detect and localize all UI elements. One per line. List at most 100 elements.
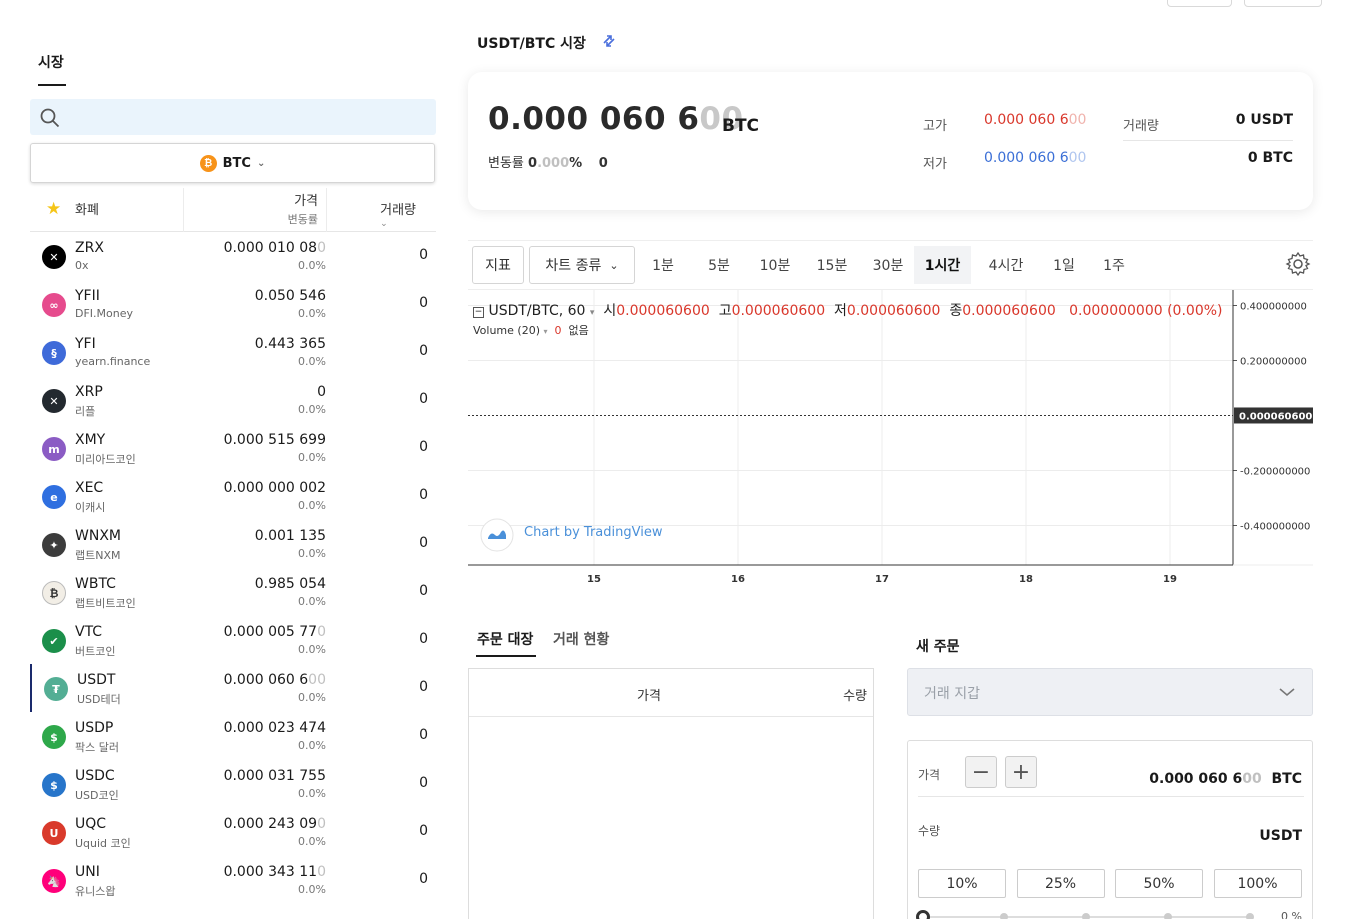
interval-5[interactable]: 30분 [860, 246, 916, 284]
base-currency-select[interactable]: ₿ BTC ⌄ [30, 143, 435, 183]
slider-step[interactable] [1000, 913, 1008, 919]
legend-symbol: USDT/BTC, 60 [488, 303, 586, 319]
legend-collapse-icon[interactable]: − [473, 307, 484, 318]
coin-price-main: 0.000 010 08 [223, 240, 318, 256]
change-abs: 0 [598, 156, 608, 171]
coin-symbol: ZRX [75, 240, 104, 256]
tab-trades[interactable]: 거래 현황 [553, 629, 609, 649]
coin-volume: 0 [419, 487, 428, 503]
market-row[interactable]: ∞ YFII DFI.Money 0.050 546 0.0% 0 [30, 280, 436, 328]
coin-price: 0.000 243 090 [224, 816, 326, 832]
percent-button-3[interactable]: 50% [1115, 869, 1203, 898]
coin-volume: 0 [419, 871, 428, 887]
change-label: 변동률 [488, 156, 524, 171]
percent-button-2[interactable]: 25% [1016, 869, 1105, 898]
coin-volume: 0 [419, 391, 428, 407]
percent-button-4[interactable]: 100% [1213, 869, 1302, 898]
swap-icon[interactable] [600, 32, 618, 54]
price-increment-button[interactable]: + [1005, 756, 1037, 788]
orderbook-table: 가격 수량 [468, 668, 874, 919]
indicator-button[interactable]: 지표 [472, 246, 524, 284]
top-button-1[interactable] [1167, 0, 1232, 7]
volume-usdt: 0 USDT [1235, 112, 1293, 128]
coin-name: 이캐시 [75, 501, 106, 514]
star-icon[interactable]: ★ [46, 199, 61, 219]
market-row[interactable]: ✔ VTC 버트코인 0.000 005 770 0.0% 0 [30, 616, 436, 664]
chart-canvas[interactable]: 15 16 17 18 19 0.400000000 0.200000000 -0.20000… [468, 290, 1313, 590]
coin-price-fade: 0 [317, 864, 326, 880]
interval-9[interactable]: 1주 [1096, 246, 1132, 284]
order-price-label: 가격 [918, 768, 941, 782]
slider-step[interactable] [1082, 913, 1090, 919]
gear-icon[interactable] [1285, 251, 1311, 277]
coin-price-main: 0 [317, 384, 326, 400]
coin-change: 0.0% [298, 691, 326, 704]
header-price-label: 가격 [294, 194, 318, 209]
coin-change: 0.0% [298, 451, 326, 464]
volume-legend-label: Volume (20) [473, 324, 540, 337]
market-row[interactable]: $ USDP 팍스 달러 0.000 023 474 0.0% 0 [30, 712, 436, 760]
market-row[interactable]: e XEC 이캐시 0.000 000 002 0.0% 0 [30, 472, 436, 520]
usdt-icon: ₮ [44, 677, 68, 701]
market-row[interactable]: ✦ WNXM 랩트NXM 0.001 135 0.0% 0 [30, 520, 436, 568]
header-price[interactable]: 가격 변동률 [288, 190, 318, 227]
price-chart[interactable]: 15 16 17 18 19 0.400000000 0.200000000 -0.20000… [468, 290, 1313, 590]
low-price: 0.000 060 600 [984, 150, 1086, 166]
market-row[interactable]: $ USDC USD코인 0.000 031 755 0.0% 0 [30, 760, 436, 808]
high-price: 0.000 060 600 [984, 112, 1086, 128]
market-row[interactable]: ₮ USDT USD테더 0.000 060 600 0.0% 0 [30, 664, 436, 712]
tab-orderbook[interactable]: 주문 대장 [477, 629, 533, 649]
interval-7[interactable]: 4시간 [981, 246, 1031, 284]
interval-2[interactable]: 5분 [694, 246, 744, 284]
coin-price-main: 0.443 365 [254, 336, 326, 352]
interval-4[interactable]: 15분 [804, 246, 860, 284]
order-price-field[interactable]: 0.000 060 600 BTC [1149, 771, 1302, 787]
coin-change: 0.0% [298, 547, 326, 560]
slider-step[interactable] [1246, 913, 1254, 919]
interval-1[interactable]: 1분 [638, 246, 688, 284]
coin-price: 0.000 023 474 [224, 720, 326, 736]
coin-price-main: 0.000 000 002 [223, 480, 326, 496]
market-row[interactable]: ✕ XRP 리플 0 0.0% 0 [30, 376, 436, 424]
coin-price: 0.000 005 770 [224, 624, 326, 640]
coin-change: 0.0% [298, 307, 326, 320]
market-list: ✕ ZRX 0x 0.000 010 08 0 0.0% 0 ∞ YFII DFI.Money 0.… [30, 232, 436, 904]
slider-handle[interactable] [916, 910, 930, 919]
market-row[interactable]: U UQC Uquid 코인 0.000 243 090 0.0% 0 [30, 808, 436, 856]
tab-orderbook-underline [476, 655, 536, 657]
interval-6[interactable]: 1시간 [914, 246, 971, 284]
market-tab[interactable]: 시장 [38, 52, 64, 72]
percent-button-1[interactable]: 10% [918, 869, 1006, 898]
market-row[interactable]: 🦄 UNI 유니스왑 0.000 343 110 0.0% 0 [30, 856, 436, 904]
interval-3[interactable]: 10분 [747, 246, 803, 284]
chevron-down-icon: ⌄ [609, 258, 619, 272]
wallet-select[interactable]: 거래 지갑 [907, 668, 1313, 716]
tradingview-link[interactable]: Chart by TradingView [524, 525, 662, 540]
chart-type-select[interactable]: 차트 종류 ⌄ [529, 246, 635, 284]
header-volume[interactable]: 거래량 ⌄ [380, 199, 416, 229]
coin-name: 0x [75, 259, 89, 272]
interval-8[interactable]: 1일 [1046, 246, 1082, 284]
legend-low-label: 저 [834, 303, 847, 319]
high-label: 고가 [923, 119, 947, 134]
top-button-2[interactable] [1244, 0, 1322, 7]
market-row[interactable]: § YFI yearn.finance 0.443 365 0.0% 0 [30, 328, 436, 376]
market-row[interactable]: ₿ WBTC 랩트비트코인 0.985 054 0.0% 0 [30, 568, 436, 616]
coin-name: 유니스왑 [75, 885, 116, 898]
zrx-icon: ✕ [42, 245, 66, 269]
search-input[interactable] [30, 99, 436, 135]
market-row[interactable]: m XMY 미리아드코인 0.000 515 699 0.0% 0 [30, 424, 436, 472]
coin-volume: 0 [419, 823, 428, 839]
order-qty-field[interactable]: USDT [1259, 828, 1302, 844]
price-decrement-button[interactable]: − [965, 756, 997, 788]
amount-slider[interactable] [916, 910, 1254, 919]
legend-low: 0.000060600 [846, 303, 941, 319]
slider-step[interactable] [1164, 913, 1172, 919]
coin-price: 0.000 343 110 [224, 864, 326, 880]
header-coin[interactable]: 화폐 [75, 199, 99, 218]
usdp-icon: $ [42, 725, 66, 749]
uni-icon: 🦄 [42, 869, 66, 893]
market-row[interactable]: ✕ ZRX 0x 0.000 010 080 0.0% 0 [30, 232, 436, 280]
coin-change: 0.0% [298, 643, 326, 656]
y-tick-label: 0.200000000 [1240, 357, 1307, 368]
